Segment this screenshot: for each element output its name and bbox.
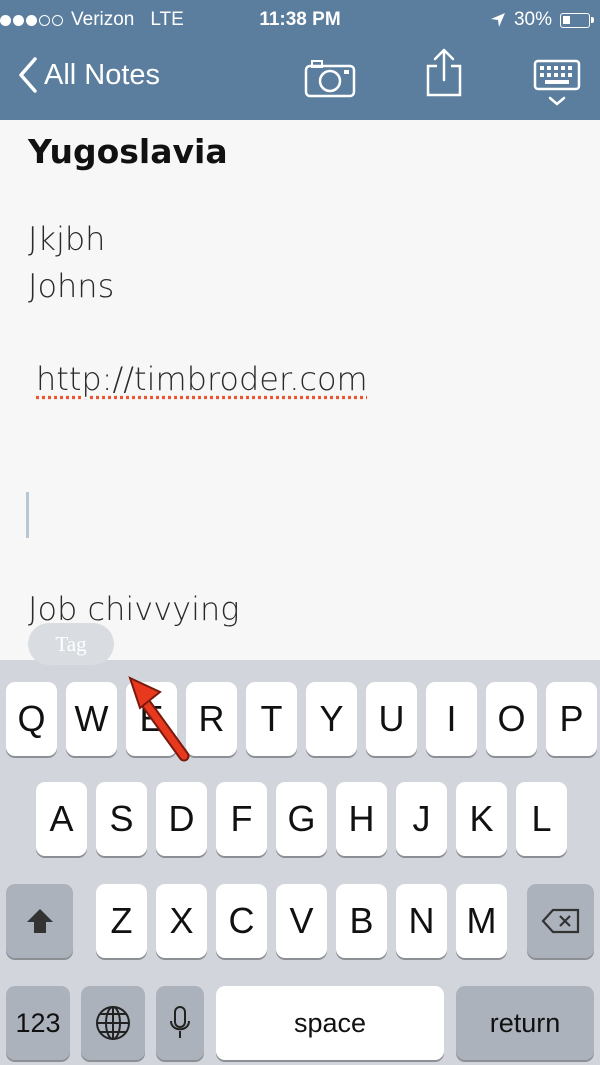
key-s[interactable]: S	[96, 782, 147, 856]
note-line: Jkjbh	[28, 220, 106, 258]
key-d[interactable]: D	[156, 782, 207, 856]
keyboard: QWERTYUIOP ASDFGHJKL ZXCVBNM 123 space r…	[0, 660, 600, 1065]
key-v[interactable]: V	[276, 884, 327, 958]
shift-icon	[26, 909, 53, 933]
back-label: All Notes	[44, 58, 161, 91]
key-m[interactable]: M	[456, 884, 507, 958]
return-key[interactable]: return	[456, 986, 594, 1060]
battery-icon	[560, 12, 594, 28]
nav-bar: All Notes	[0, 40, 600, 120]
backspace-icon	[541, 908, 579, 934]
battery-fill	[563, 15, 570, 24]
key-z[interactable]: Z	[96, 884, 147, 958]
key-n[interactable]: N	[396, 884, 447, 958]
delete-key[interactable]	[527, 884, 594, 958]
key-p[interactable]: P	[546, 682, 597, 756]
key-c[interactable]: C	[216, 884, 267, 958]
status-right: 30%	[490, 9, 594, 31]
status-bar: Verizon LTE 11:38 PM 30%	[0, 0, 600, 40]
back-button[interactable]: All Notes	[18, 57, 160, 93]
key-l[interactable]: L	[516, 782, 567, 856]
tag-button[interactable]: Tag	[28, 623, 114, 665]
globe-icon	[96, 1006, 130, 1040]
camera-icon[interactable]	[304, 58, 356, 102]
note-line: Johns	[28, 267, 115, 305]
key-k[interactable]: K	[456, 782, 507, 856]
key-h[interactable]: H	[336, 782, 387, 856]
key-t[interactable]: T	[246, 682, 297, 756]
key-o[interactable]: O	[486, 682, 537, 756]
key-b[interactable]: B	[336, 884, 387, 958]
key-g[interactable]: G	[276, 782, 327, 856]
space-key[interactable]: space	[216, 986, 444, 1060]
key-u[interactable]: U	[366, 682, 417, 756]
dictation-key[interactable]	[156, 986, 204, 1060]
annotation-arrow-icon	[128, 676, 190, 762]
note-title: Yugoslavia	[28, 132, 228, 171]
globe-key[interactable]	[81, 986, 145, 1060]
key-x[interactable]: X	[156, 884, 207, 958]
key-f[interactable]: F	[216, 782, 267, 856]
key-a[interactable]: A	[36, 782, 87, 856]
note-editor[interactable]: Yugoslavia Jkjbh Johns http://timbroder.…	[0, 120, 600, 660]
chevron-left-icon	[19, 57, 37, 93]
key-j[interactable]: J	[396, 782, 447, 856]
key-q[interactable]: Q	[6, 682, 57, 756]
key-w[interactable]: W	[66, 682, 117, 756]
url-text[interactable]: http://timbroder.com	[36, 360, 368, 398]
text-cursor	[26, 492, 29, 538]
key-y[interactable]: Y	[306, 682, 357, 756]
location-arrow-icon	[490, 13, 505, 27]
key-i[interactable]: I	[426, 682, 477, 756]
shift-key[interactable]	[6, 884, 73, 958]
note-link[interactable]: http://timbroder.com	[36, 360, 368, 398]
share-icon[interactable]	[424, 48, 464, 102]
keyboard-dismiss-icon[interactable]	[532, 58, 582, 116]
microphone-icon	[170, 1006, 190, 1038]
numbers-key[interactable]: 123	[6, 986, 70, 1060]
battery-percent: 30%	[513, 9, 552, 30]
